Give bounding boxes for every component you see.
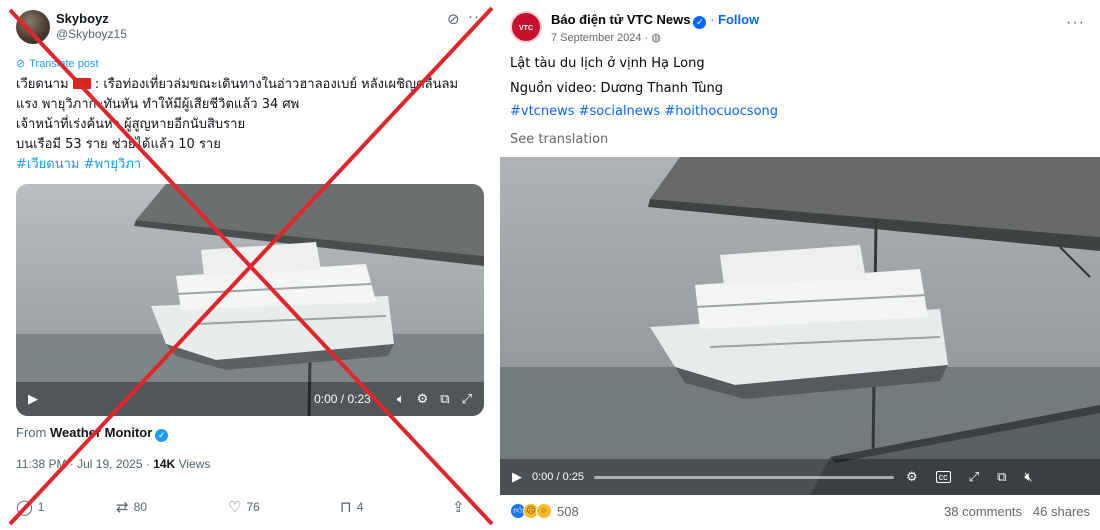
post-text-line: บนเรือมี 53 ราย ช่วยได้แล้ว 10 ราย <box>16 137 221 152</box>
shares-count[interactable]: 46 shares <box>1033 504 1090 519</box>
video-progress-bar[interactable] <box>594 475 894 479</box>
hashtags[interactable]: #เวียดนาม #พายุวิภา <box>16 155 486 175</box>
x-post-panel: Skyboyz @Skyboyz15 ⊘ ··· ⊘ Translate pos… <box>0 0 500 530</box>
bookmark-button[interactable]: ⊓ 4 <box>340 498 452 516</box>
post-caption: Lật tàu du lịch ở vịnh Hạ Long <box>510 56 705 71</box>
post-date: 7 September 2024 · ◍ <box>551 31 661 44</box>
share-icon: ⇪ <box>452 499 465 516</box>
engagement-counts: 38 comments 46 shares <box>944 504 1090 519</box>
verified-badge-icon: ✓ <box>155 429 169 442</box>
globe-icon: ◍ <box>651 32 661 44</box>
settings-icon[interactable]: ⚙ <box>417 391 429 407</box>
follow-button[interactable]: Follow <box>718 12 759 27</box>
page-header: Báo điện tử VTC News ✓ · Follow <box>551 12 760 29</box>
post-meta: 11:38 PM · Jul 19, 2025 · 14K Views <box>16 457 210 471</box>
mute-icon[interactable]: 🔇︎ <box>1024 469 1032 485</box>
reply-icon: ◯ <box>16 499 33 516</box>
picture-in-picture-icon[interactable]: ⧉ <box>997 469 1006 485</box>
translate-label: Translate post <box>29 57 99 70</box>
video-controls: ▶ 0:00 / 0:25 ⚙ cc ⤢ ⧉ 🔇︎ <box>500 459 1100 495</box>
page-avatar[interactable]: VTC NEWS <box>510 11 542 64</box>
bookmark-icon: ⊓ <box>340 499 352 516</box>
post-text-line: เวียดนาม <box>16 77 73 92</box>
video-controls: ▶ 0:00 / 0:23 🔈︎ ⚙ ⧉ ⤢ <box>16 382 484 416</box>
post-timestamp[interactable]: 11:38 PM · Jul 19, 2025 · <box>16 457 150 471</box>
post-date-text[interactable]: 7 September 2024 · <box>551 32 648 44</box>
like-button[interactable]: ♡ 76 <box>228 498 340 516</box>
post-text-line: : เรือท่องเที่ยวล่มขณะเดินทางในอ่าวฮาลอง… <box>90 77 459 92</box>
share-button[interactable]: ⇪ <box>452 498 465 516</box>
video-time: 0:00 / 0:25 <box>532 471 584 483</box>
captions-icon[interactable]: cc <box>935 471 951 483</box>
repost-count: 80 <box>133 500 147 514</box>
post-text-line: เจ้าหน้าที่เร่งค้นหา ผู้สูญหายอีกนับสิบร… <box>16 117 246 132</box>
video-source-text: Nguồn video: Dương Thanh Tùng <box>510 81 724 96</box>
video-player[interactable]: ▶ 0:00 / 0:23 🔈︎ ⚙ ⧉ ⤢ <box>16 184 484 416</box>
video-frame <box>500 157 1100 495</box>
play-icon[interactable]: ▶ <box>28 391 38 407</box>
like-count: 76 <box>246 500 260 514</box>
bookmark-count: 4 <box>356 500 364 514</box>
page-name[interactable]: Báo điện tử VTC News <box>551 12 690 27</box>
post-text-line: แรง พายุวิภากะทันหัน ทำให้มีผู้เสียชีวิต… <box>16 97 300 112</box>
vietnam-flag-icon <box>72 78 91 89</box>
translate-post-link[interactable]: ⊘ Translate post <box>16 57 99 71</box>
volume-icon[interactable]: 🔈︎ <box>397 391 405 407</box>
from-account-link[interactable]: Weather Monitor <box>50 425 152 440</box>
views-count: 14K <box>153 457 176 471</box>
expand-icon[interactable]: ⤢ <box>969 469 979 485</box>
verified-badge-icon: ✓ <box>693 16 707 29</box>
facebook-post-panel: VTC NEWS Báo điện tử VTC News ✓ · Follow … <box>500 0 1100 530</box>
post-actions: ◯ 1 ⇄ 80 ♡ 76 ⊓ 4 ⇪ <box>16 498 486 516</box>
more-icon[interactable]: ··· <box>1066 14 1085 32</box>
video-source: From Weather Monitor ✓ <box>16 425 169 442</box>
views-label: Views <box>178 457 211 471</box>
comments-count[interactable]: 38 comments <box>944 504 1022 519</box>
wow-reaction-icon: ○ <box>536 503 552 519</box>
post-text: เวียดนาม : เรือท่องเที่ยวล่มขณะเดินทางใน… <box>16 75 486 175</box>
repost-button[interactable]: ⇄ 80 <box>116 498 228 516</box>
reaction-count: 508 <box>557 503 579 519</box>
reactions-summary[interactable]: 👍︎ ☹ ○ 508 <box>510 503 579 519</box>
video-player[interactable]: ▶ 0:00 / 0:25 ⚙ cc ⤢ ⧉ 🔇︎ <box>500 157 1100 495</box>
avatar[interactable] <box>16 10 50 44</box>
from-prefix: From <box>16 425 47 440</box>
settings-icon[interactable]: ⚙ <box>906 469 918 485</box>
more-icon[interactable]: ··· <box>468 8 486 25</box>
exit-fullscreen-icon[interactable]: ⧉ <box>440 391 449 407</box>
display-name[interactable]: Skyboyz <box>56 11 109 26</box>
see-translation-link[interactable]: See translation <box>510 132 608 147</box>
reply-button[interactable]: ◯ 1 <box>16 498 116 516</box>
play-icon[interactable]: ▶ <box>512 469 522 485</box>
reply-count: 1 <box>37 500 45 514</box>
video-time: 0:00 / 0:23 <box>314 392 371 406</box>
grok-icon[interactable]: ⊘ <box>447 10 460 28</box>
translate-icon: ⊘ <box>16 58 26 70</box>
heart-icon: ♡ <box>228 499 242 516</box>
user-handle[interactable]: @Skyboyz15 <box>56 27 127 41</box>
repost-icon: ⇄ <box>116 499 129 516</box>
expand-icon[interactable]: ⤢ <box>462 391 472 407</box>
hashtags[interactable]: #vtcnews #socialnews #hoithocuocsong <box>510 104 778 119</box>
